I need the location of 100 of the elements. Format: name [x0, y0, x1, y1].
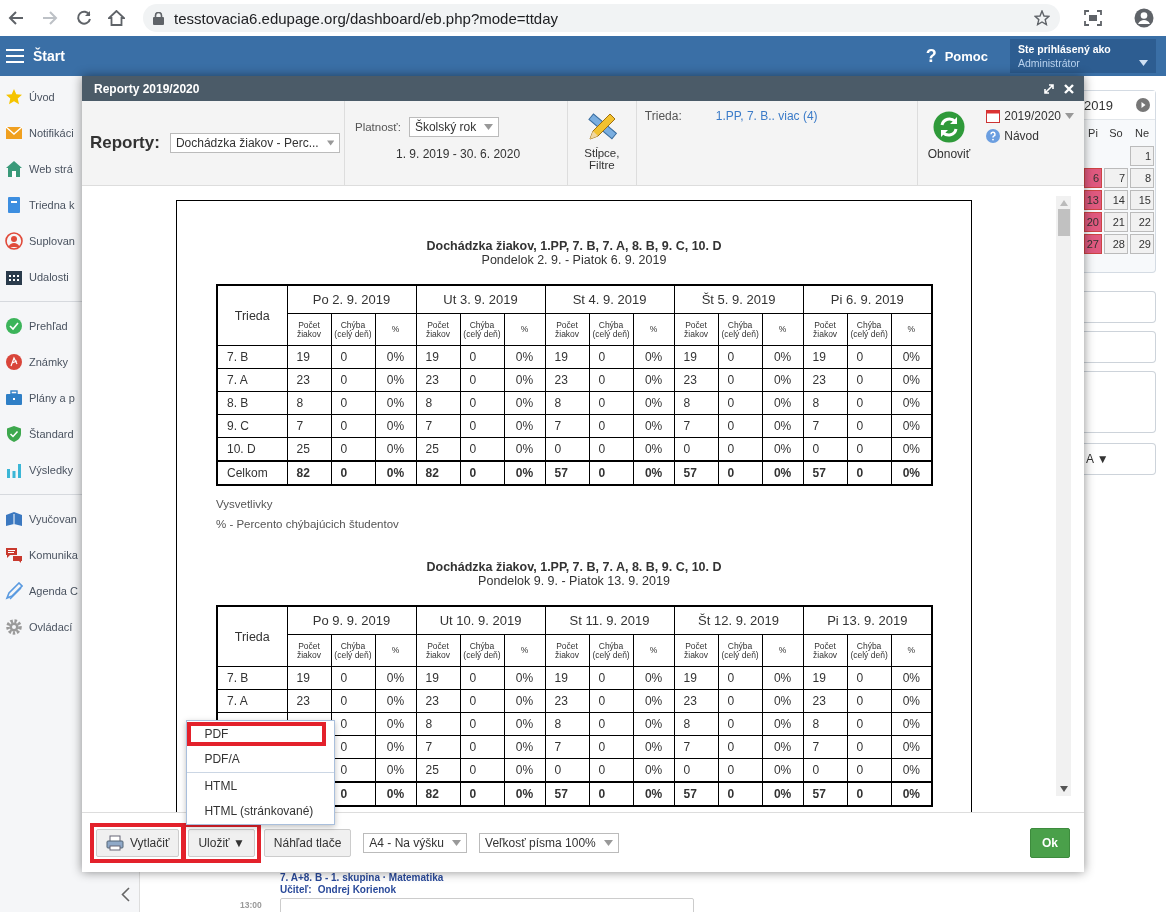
table-header: St 4. 9. 2019 [545, 285, 675, 314]
sidebar-item[interactable]: Vyučovan [0, 501, 139, 537]
table-cell: 57 [545, 461, 590, 485]
table-cell: 0 [847, 414, 892, 438]
scrollbar-thumb[interactable] [1057, 209, 1070, 236]
account-icon[interactable] [1134, 8, 1154, 28]
table-cell: 23 [545, 689, 590, 713]
sidebar-item[interactable]: Prehľad [0, 308, 139, 344]
report-subtitle: Pondelok 2. 9. - Piatok 6. 9. 2019 [480, 253, 668, 267]
calendar-day[interactable]: 6 [1084, 168, 1102, 188]
screen-capture-icon[interactable] [1084, 10, 1102, 26]
table-cell: 0 [460, 345, 504, 369]
table-header: % [633, 634, 675, 667]
calendar-day[interactable]: 29 [1130, 234, 1154, 254]
table-header: Počet žiakov [545, 634, 590, 667]
sidebar-item[interactable]: Web strá [0, 151, 139, 187]
refresh-button[interactable]: Obnoviť [927, 109, 971, 177]
table-cell: 57 [803, 461, 848, 485]
table-header: Št 12. 9. 2019 [674, 606, 804, 635]
table-cell: 0 [589, 414, 634, 438]
menu-button[interactable]: Štart [6, 48, 65, 64]
star-icon[interactable] [1034, 10, 1050, 26]
table-cell: 0 [718, 368, 763, 392]
lock-icon [153, 11, 164, 25]
calendar-icon [986, 109, 1001, 123]
table-cell: 0 [460, 666, 504, 690]
table-cell: 7. A [217, 689, 287, 713]
sidebar-item[interactable]: Udalosti [0, 259, 139, 295]
collapse-icon[interactable] [121, 887, 130, 902]
address-bar[interactable]: tesstovacia6.edupage.org/dashboard/eb.php?mode=ttday [143, 4, 1060, 32]
calendar-day[interactable]: 28 [1104, 234, 1128, 254]
table-cell: 0 [718, 391, 763, 415]
save-button[interactable]: Uložiť ▼ [188, 828, 255, 857]
table-header: Chýba (celý deň) [331, 634, 375, 667]
user-menu[interactable]: Ste prihlásený ako Administrátor [1010, 39, 1156, 73]
print-preview-button[interactable]: Náhľad tlače [263, 828, 352, 857]
table-header: Po 2. 9. 2019 [287, 285, 416, 314]
table-header: Počet žiakov [803, 634, 848, 667]
table-header: Trieda [217, 606, 287, 667]
class-link[interactable]: 1.PP, 7. B.. viac (4) [715, 109, 818, 123]
table-header: Po 9. 9. 2019 [287, 606, 416, 635]
table-cell: 0 [718, 461, 763, 485]
home-icon[interactable] [108, 10, 125, 26]
dialog-title: Reporty 2019/2020 [94, 81, 201, 96]
reload-icon[interactable] [76, 10, 92, 26]
validity-select[interactable]: Školský rok [408, 117, 500, 137]
table-cell: 19 [803, 666, 848, 690]
table-cell: 19 [416, 666, 460, 690]
envelope-icon [5, 124, 23, 142]
scroll-down-icon[interactable] [1059, 786, 1068, 792]
back-icon[interactable] [8, 10, 24, 26]
calendar-day[interactable]: 7 [1104, 168, 1128, 188]
dropdown-select[interactable]: Veľkosť písma 100% [479, 832, 619, 853]
sidebar-item[interactable]: Štandard [0, 416, 139, 452]
help-link[interactable]: Návod [986, 129, 1074, 143]
next-icon[interactable] [1136, 98, 1150, 112]
sidebar-item[interactable]: Komunika [0, 537, 139, 573]
year-select[interactable]: 2019/2020 [986, 109, 1074, 123]
calendar-day[interactable]: 22 [1130, 212, 1154, 232]
table-cell: 9. C [217, 414, 287, 438]
table-cell: 19 [803, 345, 848, 369]
print-button[interactable]: Vytlačiť [96, 828, 180, 857]
sidebar-item[interactable]: Známky [0, 344, 139, 380]
table-cell: 0 [718, 712, 763, 736]
menu-item[interactable]: PDF [187, 721, 327, 746]
calendar-day[interactable]: 20 [1084, 212, 1102, 232]
dropdown-select[interactable]: A4 - Na výšku [363, 832, 468, 853]
time-label: 13:00 [240, 899, 263, 910]
scrollbar[interactable] [1056, 196, 1071, 796]
calendar-day[interactable]: 21 [1104, 212, 1128, 232]
help-link[interactable]: ? Pomoc [925, 45, 988, 67]
table-cell: 8 [803, 391, 848, 415]
house-icon [5, 160, 23, 178]
table-cell: 82 [416, 782, 460, 806]
table-cell: 0% [375, 712, 416, 736]
columns-filter-button[interactable]: Stĺpce, Filtre [567, 101, 637, 185]
table-header: % [504, 313, 546, 346]
close-icon[interactable] [1064, 83, 1074, 94]
sidebar-item[interactable]: Výsledky [0, 452, 139, 488]
calendar-day[interactable]: 14 [1104, 190, 1128, 210]
calendar-day[interactable]: 27 [1084, 234, 1102, 254]
sidebar-item[interactable]: Plány a p [0, 380, 139, 416]
sidebar-item[interactable]: Agenda C [0, 573, 139, 609]
menu-icon [6, 49, 24, 63]
calendar-day[interactable]: 15 [1130, 190, 1154, 210]
table-cell: 0 [589, 689, 634, 713]
table-cell: 0 [460, 461, 504, 485]
calendar-day[interactable]: 1 [1130, 146, 1154, 166]
calendar-day[interactable]: 8 [1130, 168, 1154, 188]
weekday-label: Ne [1133, 127, 1151, 139]
expand-icon[interactable] [1044, 83, 1054, 94]
sidebar-item[interactable]: Suplovan [0, 223, 139, 259]
sidebar-item[interactable]: Triedna k [0, 187, 139, 223]
table-cell: 0 [847, 712, 892, 736]
table-cell: 0% [633, 735, 675, 759]
table-cell: 0% [762, 414, 804, 438]
sidebar-item[interactable]: Ovládací [0, 609, 139, 645]
report-select[interactable]: Dochádzka žiakov - Perc... [169, 133, 340, 153]
calendar-day[interactable]: 13 [1084, 190, 1102, 210]
table-cell: 0% [633, 461, 675, 485]
